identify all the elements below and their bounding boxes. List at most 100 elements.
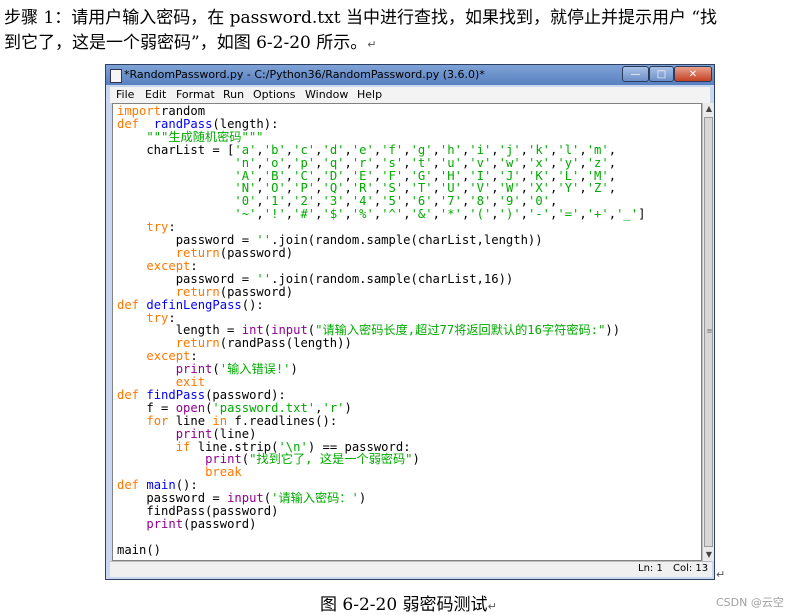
code-token: , [608, 142, 617, 157]
code-editor[interactable]: importrandom def randPass(length): """生成… [112, 103, 702, 561]
code-token: , [608, 181, 617, 196]
menu-help[interactable]: Help [357, 88, 382, 101]
code-line[interactable]: 'A','B','C','D','E','F','G','H','I','J',… [117, 169, 616, 183]
code-line[interactable]: break [117, 465, 242, 479]
code-token: definLengPass [146, 297, 242, 312]
code-line[interactable]: try: [117, 220, 175, 234]
maximize-button[interactable]: □ [649, 66, 674, 82]
code-token: 'n' [234, 155, 257, 170]
code-token: , [432, 142, 440, 157]
code-token: ')' [498, 207, 521, 222]
code-token: '(' [469, 207, 492, 222]
code-token: (randPass(length)) [219, 336, 352, 351]
code-line[interactable]: '0','1','2','3','4','5','6','7','8','9',… [117, 194, 557, 208]
code-token: """生成随机密码""" [146, 129, 264, 144]
code-token: (length): [212, 116, 279, 131]
code-token: f = [117, 400, 176, 415]
code-token: "找到它了, 这是一个弱密码" [249, 452, 413, 467]
code-token: (password) [183, 517, 257, 531]
code-token: 'a' [234, 142, 257, 157]
code-token: , [432, 207, 440, 222]
code-token: , [579, 207, 587, 222]
code-line[interactable]: 'N','O','P','Q','R','S','T','U','V','W',… [117, 181, 616, 195]
code-token: (): [241, 297, 264, 312]
close-button[interactable]: ✕ [674, 66, 712, 82]
menu-file[interactable]: File [116, 88, 134, 101]
scroll-up-icon[interactable]: ▲ [703, 103, 715, 115]
code-line[interactable]: length = int(input("请输入密码长度,超过77将返回默认的16… [117, 323, 620, 337]
code-line[interactable]: print(password) [117, 517, 256, 531]
code-line[interactable]: main() [117, 543, 161, 557]
code-token: 'S' [381, 181, 404, 196]
code-token: , [432, 181, 440, 196]
code-text[interactable]: importrandom def randPass(length): """生成… [117, 105, 645, 557]
code-token: , [344, 194, 352, 209]
status-col: Col: 13 [673, 563, 709, 574]
code-line[interactable]: '~','!','#','$','%','^','&','*','(',')',… [117, 207, 645, 221]
code-line[interactable]: 'n','o','p','q','r','s','t','u','v','w',… [117, 156, 616, 170]
code-token: (password) [219, 284, 294, 299]
code-token: password = [117, 271, 257, 286]
code-token: , [256, 194, 264, 209]
code-token: '^' [381, 207, 404, 222]
code-line[interactable]: password = ''.join(random.sample(charLis… [117, 233, 543, 247]
scroll-down-icon[interactable]: ▼ [703, 549, 715, 561]
code-line[interactable]: for line in f.readlines(): [117, 414, 337, 428]
code-line[interactable]: """生成随机密码""" [117, 129, 264, 144]
menu-run[interactable]: Run [223, 88, 244, 101]
title-bar[interactable]: *RandomPassword.py - C:/Python36/RandomP… [106, 65, 714, 85]
code-line[interactable]: print("找到它了, 这是一个弱密码") [117, 452, 420, 466]
code-line[interactable]: def randPass(length): [117, 117, 278, 131]
code-token: line [168, 413, 213, 428]
code-line[interactable]: importrandom [117, 104, 205, 118]
code-token: break [205, 465, 242, 480]
minimize-button[interactable]: — [622, 66, 649, 82]
code-token: '&' [410, 207, 433, 222]
code-token: 'i' [469, 142, 492, 157]
menu-options[interactable]: Options [253, 88, 295, 101]
code-line[interactable]: def definLengPass(): [117, 298, 264, 312]
menu-edit[interactable]: Edit [145, 88, 166, 101]
code-token: '输入错误!' [219, 362, 291, 377]
scroll-thumb[interactable]: ≡ [704, 117, 713, 547]
code-line[interactable]: password = input('请输入密码：') [117, 491, 366, 505]
code-token: '-' [528, 207, 551, 222]
intro-line-2: 到它了，这是一个弱密码”，如图 6-2-20 所示。↵ [4, 33, 377, 53]
code-token: randPass [153, 116, 213, 131]
code-token: ( [263, 323, 272, 338]
code-token: 'U' [439, 181, 462, 196]
code-token: ( [241, 452, 250, 467]
code-line[interactable]: print('输入错误!') [117, 362, 298, 376]
code-line[interactable]: def findPass(password): [117, 388, 286, 402]
code-token: , [344, 181, 352, 196]
code-token: return [175, 245, 220, 260]
code-token: '5' [381, 194, 404, 209]
code-line[interactable]: return(randPass(length)) [117, 336, 352, 350]
code-token: , [579, 142, 587, 157]
code-token: 'A' [234, 168, 257, 183]
menu-format[interactable]: Format [176, 88, 215, 101]
status-bar: Ln: 1 Col: 13 [110, 561, 712, 577]
idle-editor-window[interactable]: *RandomPassword.py - C:/Python36/RandomP… [105, 64, 715, 580]
code-line[interactable]: findPass(password) [117, 504, 278, 518]
code-token: 'P' [293, 181, 316, 196]
code-line[interactable]: exit [117, 375, 205, 389]
code-line[interactable]: print(line) [117, 427, 257, 441]
code-line[interactable]: except: [117, 259, 197, 273]
intro-line-1: 步骤 1：请用户输入密码，在 password.txt 当中进行查找，如果找到，… [4, 8, 718, 28]
code-token: 'b' [263, 142, 286, 157]
menu-window[interactable]: Window [305, 88, 348, 101]
code-line[interactable]: f = open('password.txt','r') [117, 401, 352, 415]
code-line[interactable]: return(password) [117, 285, 293, 299]
code-token: '7' [439, 194, 462, 209]
vertical-scrollbar[interactable]: ▲ ≡ ▼ [702, 103, 714, 561]
code-line[interactable]: charList = ['a','b','c','d','e','f','g',… [117, 143, 616, 157]
code-line[interactable]: password = ''.join(random.sample(charLis… [117, 271, 514, 286]
code-line[interactable]: return(password) [117, 246, 293, 260]
code-token: print [205, 452, 242, 467]
